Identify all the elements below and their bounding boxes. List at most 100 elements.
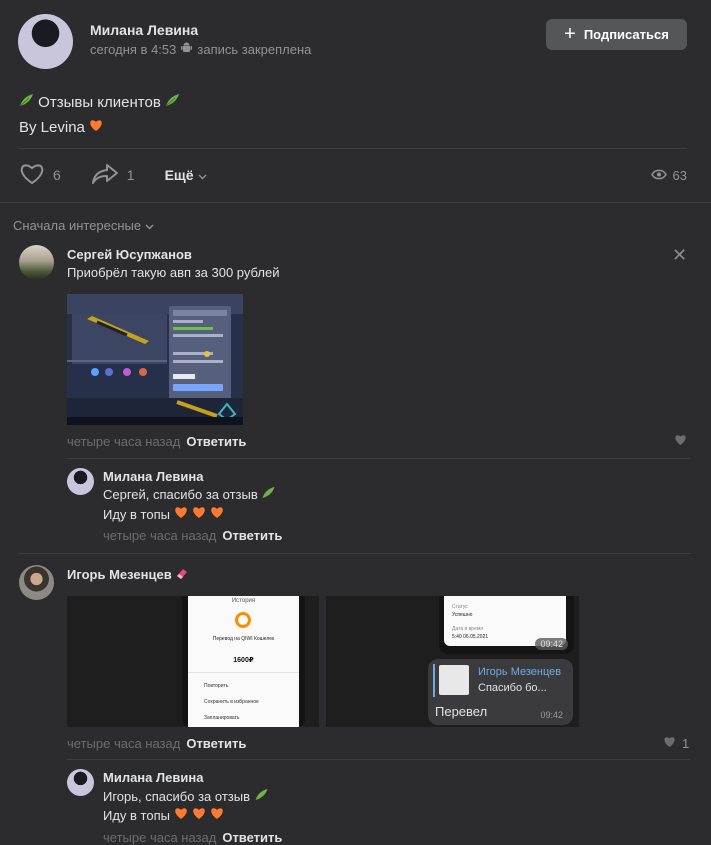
message-time: 09:42 [540, 710, 563, 720]
qiwi-icon [235, 612, 251, 628]
post-title-line: Отзывы клиентов [19, 90, 180, 115]
post-header: Милана Левина сегодня в 4:53 запись закр… [18, 14, 693, 70]
quote-text: Спасибо бо... [478, 682, 547, 694]
reply-author[interactable]: Милана Левина [103, 770, 203, 785]
views-count: 63 [672, 167, 687, 183]
transfer-label: Перевод на QIWI Кошелек [212, 636, 275, 642]
reply-footer: четыре часа назад Ответить [103, 528, 282, 543]
reply-line2: Иду в топы [103, 505, 226, 525]
phone-screen: История Перевод на QIWI Кошелек 1600₽ По… [182, 596, 305, 727]
quote-author: Игорь Мезенцев [478, 666, 562, 678]
post-text: Отзывы клиентов By Levina [19, 90, 180, 140]
date-value: 5:40 06.05.2021 [452, 634, 489, 640]
chat-screenshot: Статус Успешно Дата и время 5:40 06.05.2… [439, 596, 574, 654]
heart-icon [663, 736, 676, 751]
more-button[interactable]: Ещё [165, 167, 207, 183]
orange-heart-icon [174, 808, 226, 823]
message-time: 09:42 [535, 638, 568, 650]
commenter-avatar[interactable] [19, 565, 54, 600]
share-button[interactable]: 1 [91, 163, 135, 188]
divider [19, 553, 691, 554]
pinned-label: запись закреплена [197, 42, 312, 57]
divider [19, 148, 687, 149]
commenter-name[interactable]: Сергей Юсупжанов [67, 247, 192, 262]
reply-text: Иду в топы [103, 808, 170, 823]
comment-time[interactable]: четыре часа назад [67, 736, 180, 751]
reply-author[interactable]: Милана Левина [103, 469, 203, 484]
share-icon [91, 163, 119, 188]
reply-button[interactable]: Ответить [222, 830, 282, 845]
plus-icon: + [564, 22, 576, 45]
leaf-icon [19, 94, 38, 111]
post-actions: 6 1 Ещё 63 [19, 160, 687, 190]
comment-like-button[interactable] [674, 434, 687, 449]
heart-icon [19, 163, 45, 188]
post-title: Отзывы клиентов [38, 94, 161, 111]
commenter-name[interactable]: Игорь Мезенцев [67, 567, 189, 582]
quote-thumbnail [439, 665, 469, 695]
leaf-icon [261, 486, 276, 502]
comment-like-count: 1 [682, 736, 690, 751]
comment-image[interactable] [67, 294, 243, 425]
author-name[interactable]: Милана Левина [90, 22, 198, 38]
divider [67, 458, 690, 459]
post-view: Милана Левина сегодня в 4:53 запись закр… [0, 0, 711, 845]
comment-time[interactable]: четыре часа назад [67, 434, 180, 449]
eye-icon [650, 168, 667, 183]
comment: Игорь Мезенцев История Перевод на QIWI К… [19, 565, 691, 845]
date-label: Дата и время [452, 626, 484, 632]
reply-line2: Иду в топы [103, 806, 226, 826]
comment: Сергей Юсупжанов Приобрёл такую авп за 3… [19, 245, 691, 545]
reply-time[interactable]: четыре часа назад [103, 830, 216, 845]
payment-receipt: История Перевод на QIWI Кошелек 1600₽ По… [188, 596, 299, 727]
heart-icon [674, 434, 687, 449]
divider [188, 672, 299, 673]
chevron-down-icon [198, 167, 207, 183]
reply-time[interactable]: четыре часа назад [103, 528, 216, 543]
status-value: Успешно [452, 612, 473, 618]
comment-footer: четыре часа назад Ответить [67, 434, 246, 449]
comment-like-button[interactable]: 1 [663, 736, 689, 751]
commenter-name-text: Игорь Мезенцев [67, 567, 172, 582]
comments-sort[interactable]: Сначала интересные [13, 218, 154, 233]
menu-schedule: Запланировать [204, 715, 240, 721]
like-count: 6 [53, 167, 61, 183]
comment-image[interactable]: История Перевод на QIWI Кошелек 1600₽ По… [67, 596, 319, 727]
comment-image[interactable]: Статус Успешно Дата и время 5:40 06.05.2… [326, 596, 579, 727]
divider [0, 202, 711, 203]
comment-text: Приобрёл такую авп за 300 рублей [67, 265, 280, 280]
android-icon [181, 42, 193, 57]
subscribe-label: Подписаться [583, 27, 669, 42]
status-label: Статус [452, 604, 468, 610]
like-button[interactable]: 6 [19, 163, 61, 188]
reply-button[interactable]: Ответить [186, 434, 246, 449]
reply-line1: Игорь, спасибо за отзыв [103, 787, 269, 807]
eraser-icon [175, 567, 189, 582]
post-time[interactable]: сегодня в 4:53 [90, 42, 176, 57]
subscribe-button[interactable]: + Подписаться [546, 19, 687, 50]
post-signature: By Levina [19, 119, 85, 136]
amount: 1600₽ [233, 657, 254, 664]
menu-favorite: Сохранить в избранное [204, 699, 259, 705]
post-signature-line: By Levina [19, 115, 180, 140]
reply-text: Игорь, спасибо за отзыв [103, 789, 250, 804]
author-avatar[interactable] [18, 14, 73, 69]
comment-footer: четыре часа назад Ответить [67, 736, 246, 751]
more-label: Ещё [164, 167, 194, 183]
close-icon[interactable]: ✕ [672, 245, 687, 266]
reply-line1: Сергей, спасибо за отзыв [103, 485, 276, 505]
orange-heart-icon [85, 119, 103, 136]
reply-avatar[interactable] [67, 468, 94, 495]
reply-button[interactable]: Ответить [186, 736, 246, 751]
sort-label: Сначала интересные [13, 218, 142, 233]
commenter-avatar[interactable] [19, 245, 54, 280]
share-count: 1 [126, 167, 135, 183]
orange-heart-icon [174, 507, 226, 522]
chat-message: Игорь Мезенцев Спасибо бо... Перевел 09:… [428, 659, 573, 725]
reply-button[interactable]: Ответить [222, 528, 282, 543]
history-title: История [231, 598, 256, 604]
reply-footer: четыре часа назад Ответить [103, 830, 282, 845]
reply-avatar[interactable] [67, 769, 94, 796]
message-text: Перевел [435, 704, 488, 719]
quote-bar [433, 664, 435, 697]
